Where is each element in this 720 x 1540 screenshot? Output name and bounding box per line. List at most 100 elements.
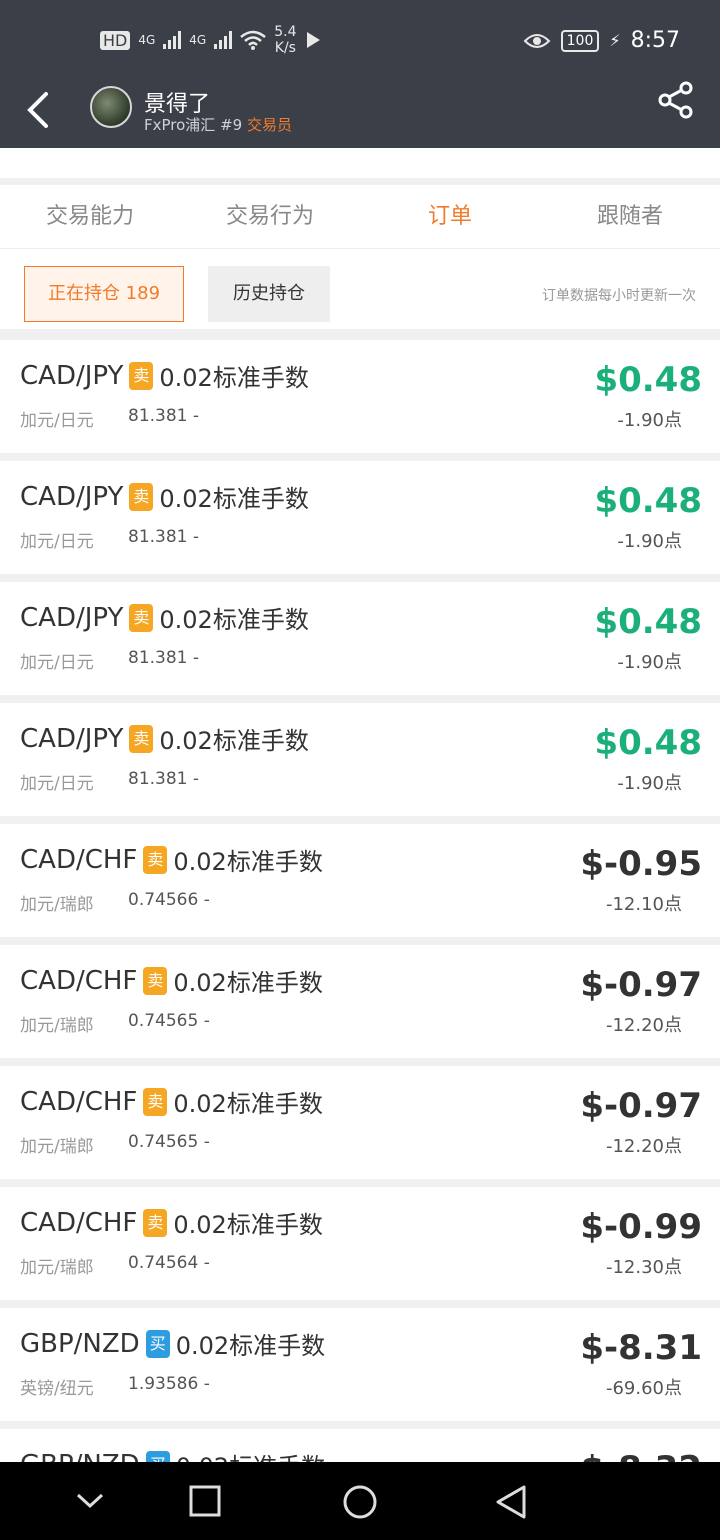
order-lots: 0.02标准手数 bbox=[175, 1332, 326, 1360]
order-row[interactable]: CAD/JPY 卖 0.02标准手数 加元/日元 81.381 - $0.48 -1.90点 bbox=[0, 703, 720, 816]
order-points: -1.90点 bbox=[617, 773, 682, 794]
order-side-badge: 卖 bbox=[129, 724, 154, 753]
position-filter: 正在持仓 189 历史持仓 订单数据每小时更新一次 bbox=[0, 249, 720, 329]
order-pnl: $0.48 bbox=[594, 360, 702, 400]
play-icon bbox=[306, 32, 320, 48]
trader-rank: #9 bbox=[220, 116, 243, 134]
history-positions-button[interactable]: 历史持仓 bbox=[208, 266, 330, 322]
speed-unit: K/s bbox=[274, 40, 296, 56]
charging-icon: ⚡ bbox=[609, 31, 621, 50]
tab-trading-ability[interactable]: 交易能力 bbox=[0, 185, 180, 248]
order-lots: 0.02标准手数 bbox=[159, 727, 309, 755]
order-side-badge: 卖 bbox=[143, 1087, 168, 1116]
order-pnl: $0.48 bbox=[594, 481, 702, 521]
tab-orders[interactable]: 订单 bbox=[360, 185, 540, 248]
order-points: -1.90点 bbox=[617, 652, 682, 673]
order-pair-cn: 加元/日元 bbox=[20, 774, 94, 794]
order-points: -12.10点 bbox=[605, 894, 682, 915]
order-symbol: CAD/JPY bbox=[20, 481, 124, 512]
order-symbol: CAD/JPY bbox=[20, 602, 124, 633]
tab-bar: 交易能力 交易行为 订单 跟随者 bbox=[0, 185, 720, 249]
order-open-price: 81.381 - bbox=[128, 648, 200, 668]
status-bar: HD 4G 4G 5.4 K/s 100 ⚡ 8:57 bbox=[0, 0, 720, 80]
order-pnl: $-8.31 bbox=[580, 1328, 702, 1368]
speed-value: 5.4 bbox=[274, 24, 297, 40]
order-lots: 0.02标准手数 bbox=[173, 1090, 323, 1118]
open-positions-button[interactable]: 正在持仓 189 bbox=[24, 266, 184, 322]
scroll-strip bbox=[0, 148, 720, 178]
order-pair-cn: 加元/瑞郎 bbox=[20, 1016, 94, 1036]
signal-icon bbox=[214, 31, 233, 49]
battery-icon: 100 bbox=[560, 29, 600, 52]
order-pair-cn: 加元/日元 bbox=[20, 653, 94, 673]
order-pair-cn: 加元/瑞郎 bbox=[20, 1137, 94, 1157]
order-pair-cn: 加元/日元 bbox=[20, 532, 94, 552]
order-pnl: $-0.95 bbox=[580, 844, 702, 884]
order-points: -12.20点 bbox=[605, 1136, 682, 1157]
order-pnl: $-0.97 bbox=[580, 1086, 702, 1126]
avatar[interactable] bbox=[90, 86, 132, 128]
order-side-badge: 卖 bbox=[129, 361, 154, 390]
order-open-price: 0.74565 - bbox=[128, 1011, 210, 1031]
hd-indicator: HD bbox=[100, 30, 131, 50]
order-pair-cn: 加元/日元 bbox=[20, 411, 94, 431]
order-row[interactable]: CAD/JPY 卖 0.02标准手数加元/日元 81.381 - $0.48 -1.90点 bbox=[0, 582, 720, 695]
order-symbol: CAD/CHF bbox=[20, 1086, 138, 1117]
order-pair-cn: 加元/瑞郎 bbox=[20, 1258, 94, 1278]
order-open-price: 0.74566 - bbox=[128, 890, 210, 910]
tab-trading-behavior[interactable]: 交易行为 bbox=[180, 185, 360, 248]
order-pair-line: CAD/CHF 卖 0.02标准手数 bbox=[20, 842, 323, 877]
order-side-badge: 卖 bbox=[129, 482, 154, 511]
order-side-badge: 买 bbox=[145, 1329, 170, 1358]
order-row[interactable]: GBP/NZD 买 0.02标准手数 英镑/纽元 1.93586 - $-8.31 -69.… bbox=[0, 1308, 720, 1421]
signal-icon bbox=[163, 31, 182, 49]
order-pair-line: CAD/JPY 卖 0.02标准手数 bbox=[20, 600, 309, 635]
order-side-badge: 卖 bbox=[143, 845, 168, 874]
top-bar: HD 4G 4G 5.4 K/s 100 ⚡ 8:57 景得了 FxPro浦汇 #… bbox=[0, 0, 720, 148]
tab-followers[interactable]: 跟随者 bbox=[540, 185, 720, 248]
order-symbol: CAD/CHF bbox=[20, 965, 138, 996]
order-pnl: $-0.99 bbox=[580, 1207, 702, 1247]
order-points: -1.90点 bbox=[617, 531, 682, 552]
home-icon[interactable] bbox=[342, 1484, 378, 1520]
order-row[interactable]: CAD/CHF 卖 0.02标准手数 加元/瑞郎 0.74565 - $-0.97 -12.… bbox=[0, 945, 720, 1058]
trader-subtitle: FxPro浦汇 #9 交易员 bbox=[144, 114, 292, 135]
order-points: -1.90点 bbox=[617, 410, 682, 431]
order-lots: 0.02标准手数 bbox=[159, 606, 309, 634]
order-open-price: 81.381 - bbox=[128, 769, 200, 789]
order-symbol: CAD/CHF bbox=[20, 844, 138, 875]
order-row[interactable]: CAD/JPY 卖 0.02标准手数 加元/日元 81.381 - $0.48 -1.90点 bbox=[0, 340, 720, 453]
order-lots: 0.02标准手数 bbox=[173, 969, 323, 997]
order-lots: 0.02标准手数 bbox=[159, 485, 309, 513]
wifi-icon bbox=[240, 30, 267, 50]
share-icon[interactable] bbox=[656, 80, 696, 120]
order-row[interactable]: CAD/CHF 卖 0.02标准手数加元/瑞郎 0.74565 - $-0.97 -12.… bbox=[0, 1066, 720, 1179]
nav-back-icon[interactable] bbox=[494, 1484, 528, 1520]
order-pair-line: CAD/JPY 卖 0.02标准手数 bbox=[20, 721, 309, 756]
order-open-price: 0.74565 - bbox=[128, 1132, 210, 1152]
order-pair-line: CAD/JPY 卖 0.02标准手数 bbox=[20, 358, 309, 393]
order-pair-line: CAD/CHF 卖 0.02标准手数 bbox=[20, 1205, 323, 1240]
recent-apps-icon[interactable] bbox=[188, 1484, 222, 1518]
order-open-price: 1.93586 - bbox=[128, 1374, 210, 1394]
order-symbol: GBP/NZD bbox=[20, 1328, 140, 1359]
order-pair-cn: 加元/瑞郎 bbox=[20, 895, 94, 915]
clock: 8:57 bbox=[630, 28, 680, 53]
order-side-badge: 卖 bbox=[143, 966, 168, 995]
eye-icon bbox=[523, 33, 551, 48]
order-row[interactable]: CAD/CHF 卖 0.02标准手数加元/瑞郎 0.74566 - $-0.95 -12.… bbox=[0, 824, 720, 937]
order-row[interactable]: CAD/JPY 卖 0.02标准手数加元/日元 81.381 - $0.48 -1.90点 bbox=[0, 461, 720, 574]
order-symbol: CAD/JPY bbox=[20, 723, 124, 754]
order-lots: 0.02标准手数 bbox=[173, 848, 323, 876]
order-pnl: $0.48 bbox=[594, 602, 702, 642]
back-icon[interactable] bbox=[18, 88, 58, 132]
broker-name: FxPro浦汇 bbox=[144, 116, 216, 134]
update-note: 订单数据每小时更新一次 bbox=[542, 288, 696, 304]
order-lots: 0.02标准手数 bbox=[173, 1211, 323, 1239]
order-row[interactable]: CAD/CHF 卖 0.02标准手数 加元/瑞郎 0.74564 - $-0.99 -12.… bbox=[0, 1187, 720, 1300]
profile-header: 景得了 FxPro浦汇 #9 交易员 bbox=[0, 80, 720, 148]
order-pair-cn: 英镑/纽元 bbox=[20, 1379, 94, 1399]
order-open-price: 81.381 - bbox=[128, 527, 200, 547]
order-list: CAD/JPY 卖 0.02标准手数 加元/日元 81.381 - $0.48 -1.90点… bbox=[0, 340, 720, 1540]
collapse-icon[interactable] bbox=[74, 1484, 106, 1516]
